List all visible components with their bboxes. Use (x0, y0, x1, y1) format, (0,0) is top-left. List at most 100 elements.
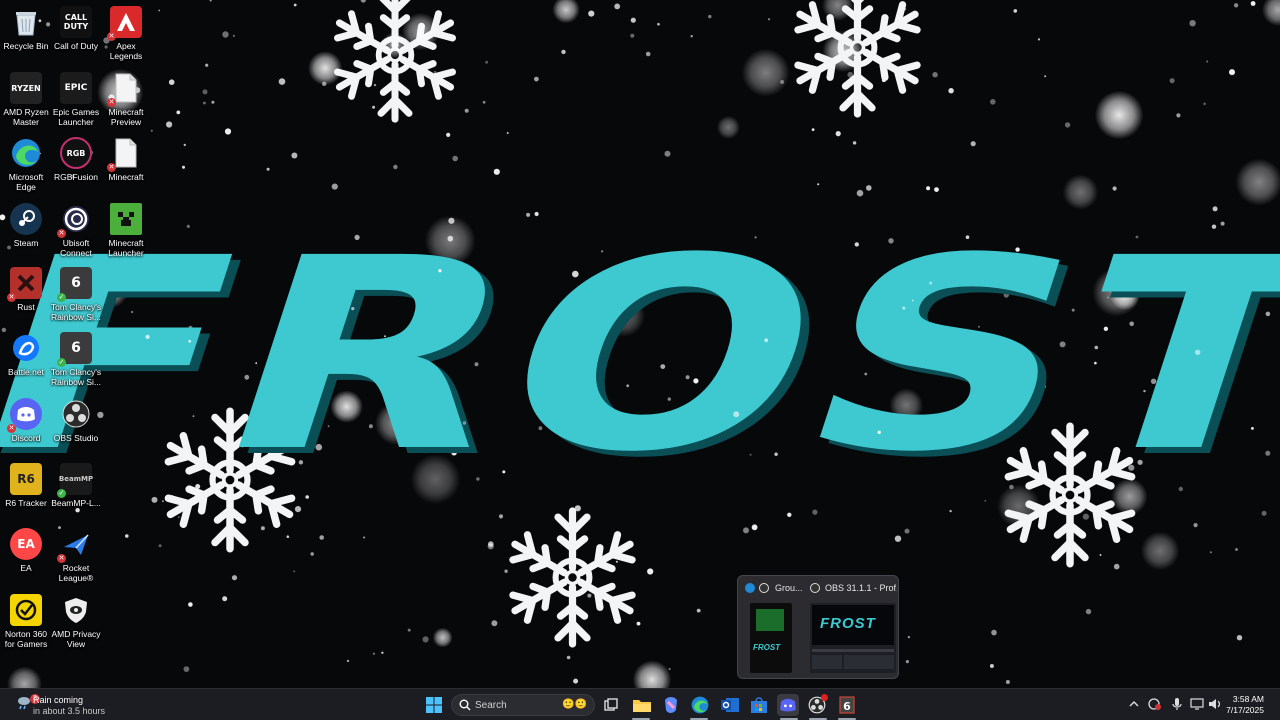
search-icon (459, 699, 471, 711)
discord-taskbar-button[interactable] (777, 694, 799, 716)
snow-particle (1037, 38, 1041, 41)
snow-particle (932, 72, 938, 78)
snow-particle (630, 17, 636, 23)
desktop-icon-label: Discord (11, 433, 41, 443)
desktop-icon-minecraft-launcher[interactable]: Minecraft Launcher (100, 203, 152, 258)
edge-taskbar-button[interactable] (689, 694, 711, 716)
snow-particle (1064, 122, 1071, 128)
desktop-icon-apex-legends[interactable]: ✕ Apex Legends (100, 6, 152, 61)
snow-particle (948, 88, 954, 94)
snow-particle (407, 628, 411, 632)
snow-particle (904, 528, 910, 534)
snow-particle (811, 128, 815, 132)
rainbow-six-taskbar-button[interactable]: 6 (836, 694, 858, 716)
snow-particle (202, 89, 208, 95)
snow-particle (1113, 563, 1120, 570)
obs-taskbar-button[interactable] (806, 694, 828, 716)
snow-particle (751, 524, 758, 531)
desktop-icon-rocket-league[interactable]: ✕ Rocket League® (50, 528, 102, 583)
desktop-icon-steam[interactable]: Steam (0, 203, 52, 248)
snow-particle (293, 570, 296, 573)
desktop-icon-label: R6 Tracker (5, 498, 47, 508)
system-clock[interactable]: 3:58 AM 7/17/2025 (1224, 694, 1264, 716)
snow-particle (331, 183, 338, 190)
file-explorer-button[interactable] (631, 694, 653, 716)
snow-particle (647, 568, 654, 575)
chevron-up-icon[interactable] (1127, 697, 1141, 711)
outlook-button[interactable] (719, 694, 741, 716)
file-icon: ✕ (107, 72, 142, 107)
desktop-icon-label: RGBFusion (54, 172, 98, 182)
desktop-icon-obs-studio[interactable]: OBS Studio (50, 398, 102, 443)
preview-item-obs[interactable]: OBS 31.1.1 - Prof... FROST (804, 576, 900, 680)
snow-particle (856, 189, 864, 197)
display-icon[interactable] (1190, 697, 1204, 711)
snow-particle (614, 3, 621, 10)
desktop-icon-recycle-bin[interactable]: Recycle Bin (0, 6, 52, 51)
desktop-icon-label: Ubisoft Connect (60, 238, 92, 258)
volume-icon[interactable] (1208, 697, 1222, 711)
desktop-icon-norton-360[interactable]: Norton 360 for Gamers (0, 594, 52, 649)
desktop-icon-call-of-duty[interactable]: CALL DUTY Call of Duty (50, 6, 102, 51)
preview-item-group[interactable]: Grou... FROST (738, 576, 804, 680)
error-badge-icon: ✕ (7, 293, 16, 302)
desktop-icon-rgb-fusion[interactable]: RGB RGBFusion (50, 137, 102, 182)
snow-particle (660, 364, 666, 369)
snow-particle (322, 81, 327, 87)
snow-particle (905, 660, 910, 664)
snow-particle (168, 79, 175, 85)
desktop-icon-rainbow-six-2[interactable]: 6 ✓ Tom Clancy's Rainbow Si... (50, 332, 102, 387)
snow-particle (1178, 486, 1184, 492)
desktop-icon-label: Tom Clancy's Rainbow Si... (50, 367, 102, 387)
error-badge-icon: ✕ (107, 163, 116, 172)
snow-particle (561, 49, 566, 55)
recording-indicator-icon (821, 694, 828, 701)
network-status-icon[interactable] (1148, 697, 1162, 711)
snow-particle (1099, 554, 1102, 556)
desktop-icon-amd-ryzen-master[interactable]: RYZEN AMD Ryzen Master (0, 72, 52, 127)
task-view-button[interactable] (600, 694, 622, 716)
snow-particle (432, 627, 453, 648)
desktop-icon-beammp[interactable]: BeamMP ✓ BeamMP-L... (50, 463, 102, 508)
taskbar-search-box[interactable]: 🙂🙂 (451, 694, 595, 716)
desktop-icon-minecraft[interactable]: ✕ Minecraft (100, 137, 152, 182)
creeper-icon (110, 203, 142, 235)
desktop-icon-rust[interactable]: ✕ Rust (0, 267, 52, 312)
microsoft-store-button[interactable] (748, 694, 770, 716)
snow-particle (232, 34, 235, 37)
snow-particle (877, 430, 881, 434)
desktop-icon-microsoft-edge[interactable]: Microsoft Edge (0, 137, 52, 192)
snow-particle (934, 187, 939, 193)
desktop-icon-minecraft-preview[interactable]: ✕ Minecraft Preview (100, 72, 152, 127)
sync-ok-badge-icon: ✓ (57, 293, 66, 302)
copilot-icon (665, 697, 677, 713)
snow-particle (601, 250, 604, 253)
desktop-icon-amd-privacy-view[interactable]: AMD Privacy View (50, 594, 102, 649)
search-input[interactable] (475, 698, 555, 712)
desktop-icon-discord[interactable]: ✕ Discord (0, 398, 52, 443)
desktop-icon-label: Steam (13, 238, 39, 248)
snow-particle (278, 78, 286, 85)
snow-particle (1107, 296, 1109, 299)
copilot-button[interactable] (660, 694, 682, 716)
snow-particle (1044, 75, 1047, 78)
microphone-icon[interactable] (1170, 697, 1184, 711)
call-of-duty-icon: CALL DUTY (60, 6, 92, 38)
desktop-icon-battle-net[interactable]: Battle.net (0, 332, 52, 377)
svg-text:FROST: FROST (0, 201, 1280, 510)
desktop-icon-r6-tracker[interactable]: R6 R6 Tracker (0, 463, 52, 508)
recycle-bin-icon (10, 6, 42, 38)
desktop-icon-rainbow-six-1[interactable]: 6 ✓ Tom Clancy's Rainbow Si... (50, 267, 102, 322)
start-button[interactable] (423, 694, 445, 716)
snow-particle (835, 131, 841, 137)
outlook-icon (721, 698, 739, 712)
discord-icon: ✕ (7, 398, 42, 433)
snow-particle (188, 340, 191, 343)
folder-icon (633, 700, 651, 712)
desktop-icon-ubisoft-connect[interactable]: ✕ Ubisoft Connect (50, 203, 102, 258)
snow-particle (907, 636, 911, 639)
desktop-icon-epic-games-launcher[interactable]: EPIC Epic Games Launcher (50, 72, 102, 127)
desktop-icon-ea[interactable]: EA EA (0, 528, 52, 573)
taskbar-thumbnail-preview[interactable]: Grou... FROST OBS 31.1.1 - Prof... FROST (737, 575, 899, 679)
snow-particle (476, 477, 480, 481)
